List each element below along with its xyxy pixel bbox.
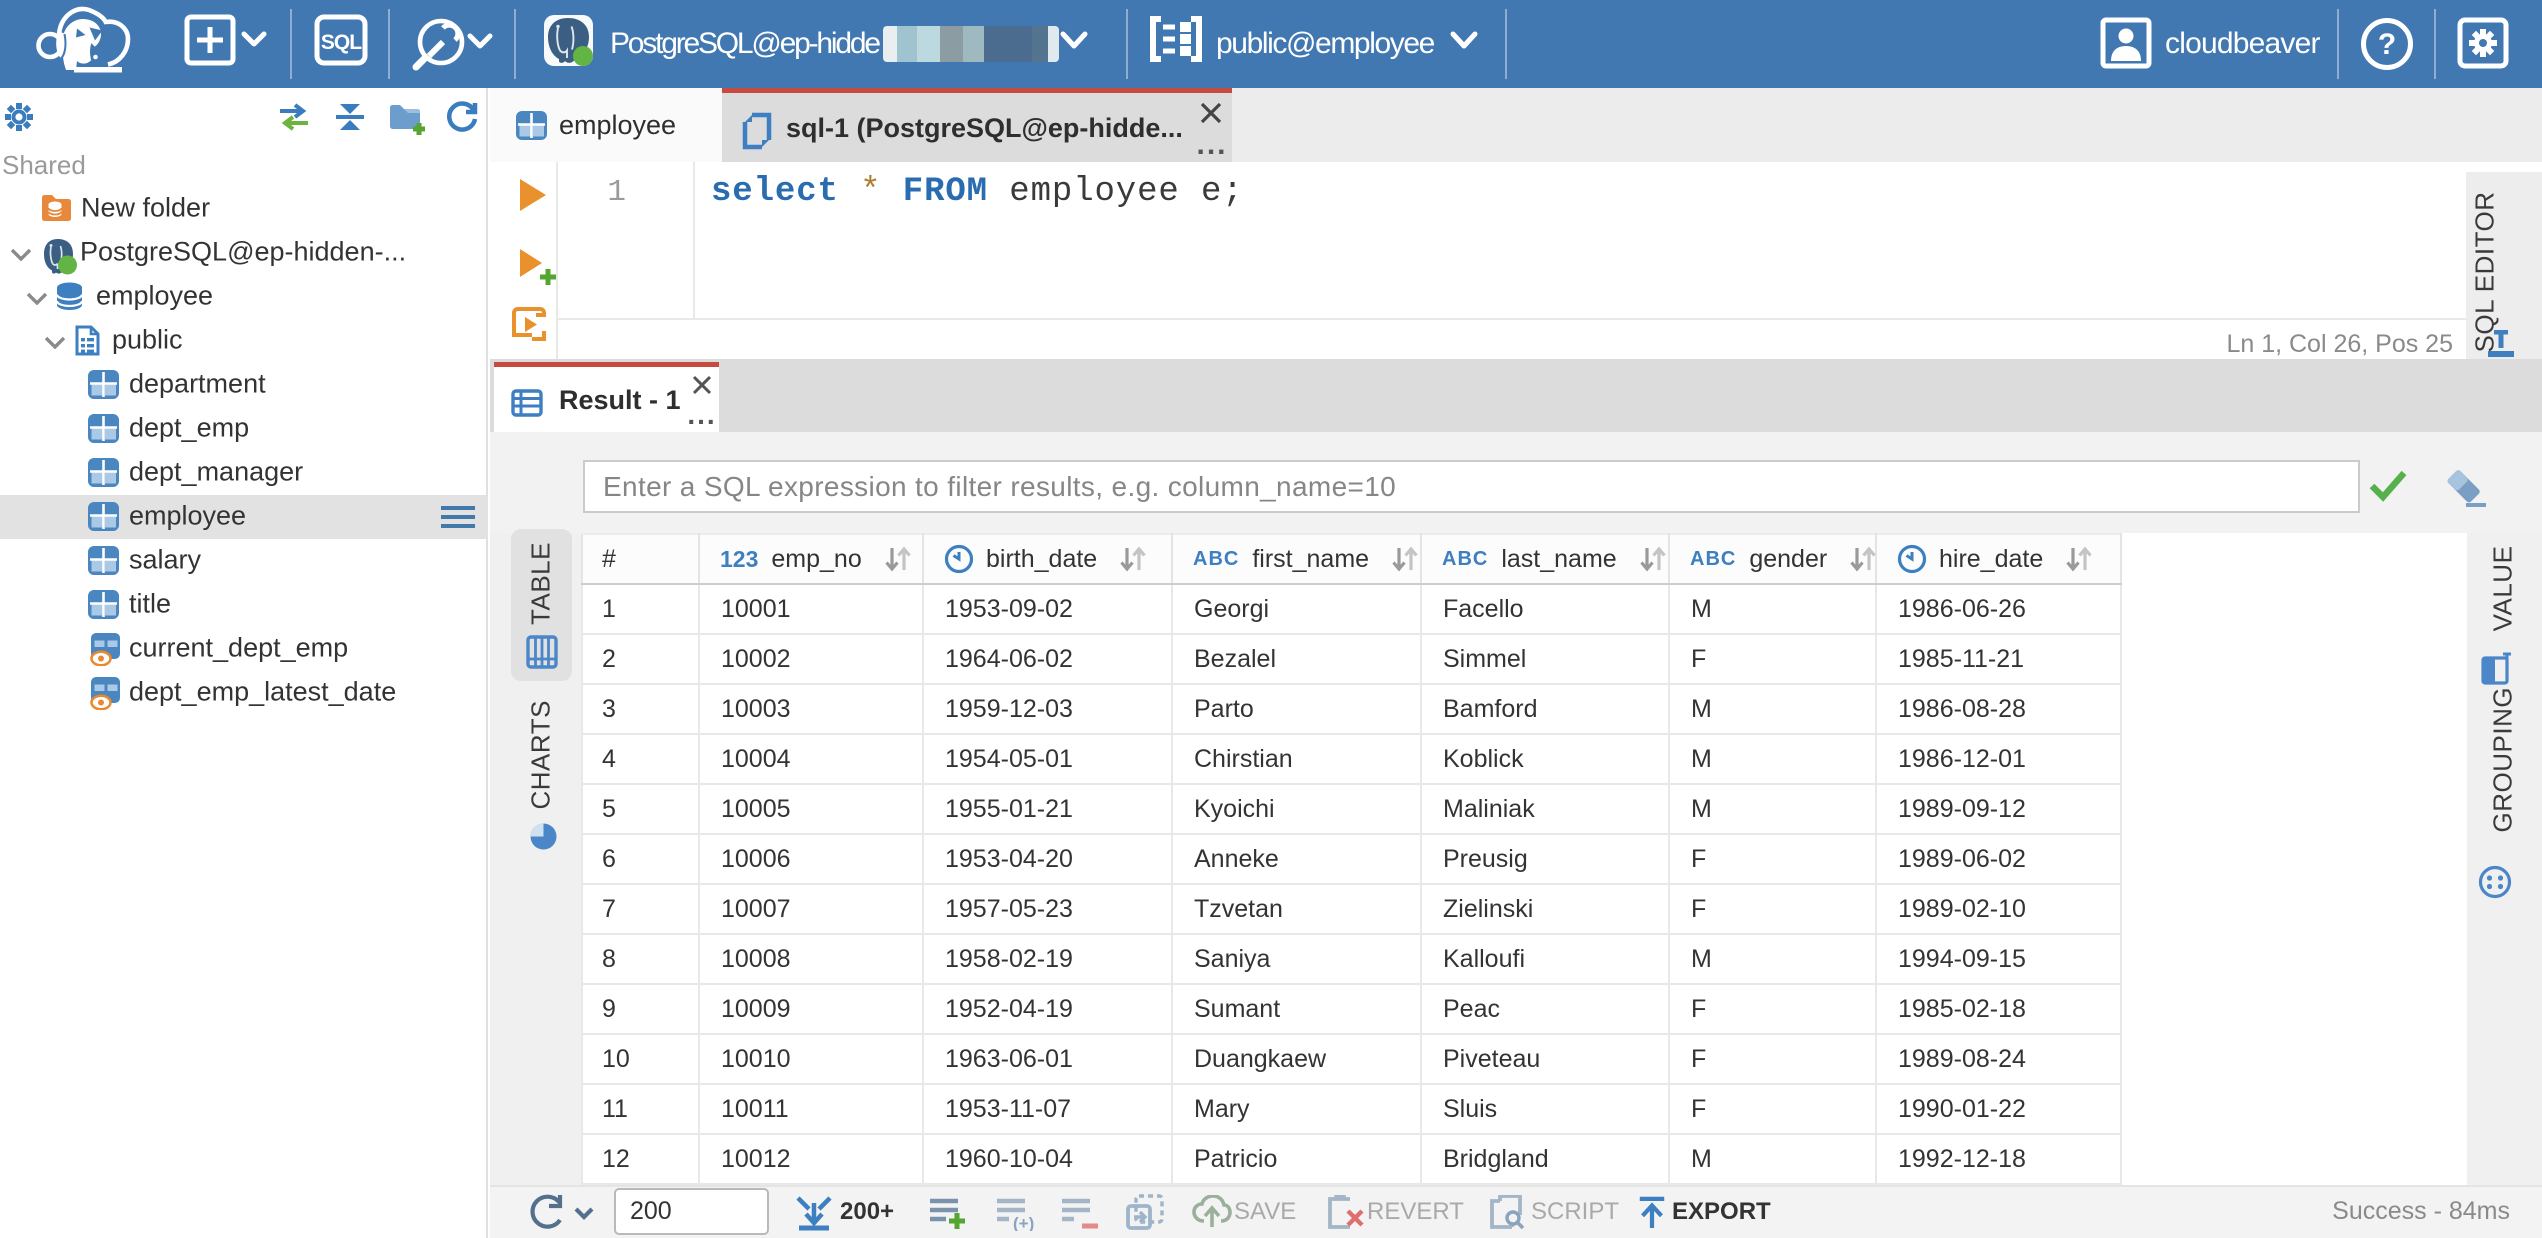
svg-text:(+): (+) xyxy=(1013,1214,1034,1231)
svg-text:?: ? xyxy=(2378,28,2396,61)
svg-text:SQL: SQL xyxy=(321,31,362,54)
